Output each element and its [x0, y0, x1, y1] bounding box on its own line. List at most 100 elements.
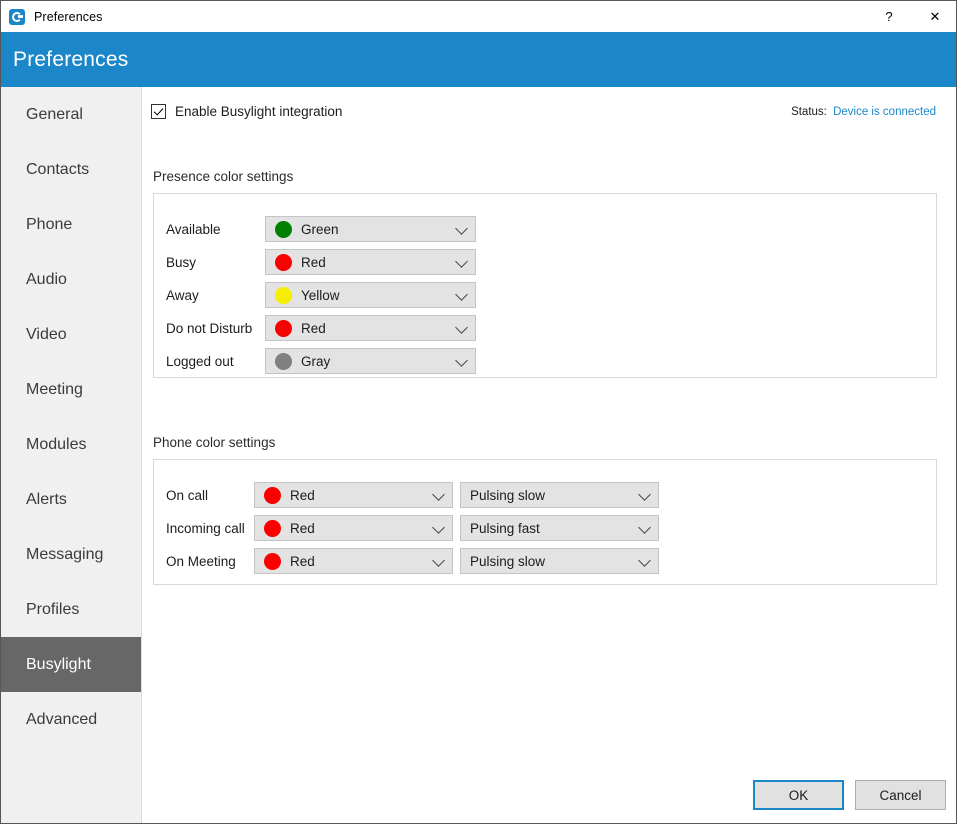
chevron-down-icon: [432, 554, 445, 567]
phone-color-dropdown[interactable]: Red: [254, 548, 453, 574]
sidebar-item-label: Advanced: [26, 710, 98, 728]
status-label: Status:: [791, 106, 827, 118]
chevron-down-icon: [432, 521, 445, 534]
presence-row: Do not Disturb Red: [154, 315, 938, 341]
phone-pattern-value: Pulsing slow: [470, 487, 546, 503]
presence-row-label: Do not Disturb: [166, 320, 253, 336]
presence-color-dropdown[interactable]: Red: [265, 315, 476, 341]
sidebar-item-advanced[interactable]: Advanced: [1, 692, 141, 747]
enable-busylight-row[interactable]: Enable Busylight integration: [151, 104, 342, 119]
settings-sidebar: General Contacts Phone Audio Video Meeting Mod…: [1, 87, 142, 823]
chevron-down-icon: [455, 288, 468, 301]
sidebar-item-video[interactable]: Video: [1, 307, 141, 362]
color-swatch-icon: [275, 319, 292, 337]
presence-color-value: Red: [301, 320, 326, 336]
color-swatch-icon: [264, 486, 281, 504]
phone-row-label: On call: [166, 487, 209, 503]
color-swatch-icon: [264, 519, 281, 537]
cancel-button[interactable]: Cancel: [855, 780, 946, 810]
phone-pattern-dropdown[interactable]: Pulsing slow: [460, 548, 659, 574]
color-swatch-icon: [275, 220, 292, 238]
sidebar-item-profiles[interactable]: Profiles: [1, 582, 141, 637]
sidebar-item-meeting[interactable]: Meeting: [1, 362, 141, 417]
sidebar-item-label: General: [26, 105, 83, 123]
phone-color-value: Red: [290, 520, 315, 536]
presence-row: Busy Red: [154, 249, 938, 275]
presence-row: Available Green: [154, 216, 938, 242]
presence-color-value: Yellow: [301, 287, 340, 303]
sidebar-item-label: Alerts: [26, 490, 67, 508]
presence-color-dropdown[interactable]: Gray: [265, 348, 476, 374]
chevron-down-icon: [455, 354, 468, 367]
presence-color-dropdown[interactable]: Red: [265, 249, 476, 275]
sidebar-item-alerts[interactable]: Alerts: [1, 472, 141, 527]
chevron-down-icon: [638, 554, 651, 567]
page-title: Preferences: [13, 47, 129, 71]
phone-row: Incoming call Red Pulsing fast: [154, 515, 938, 541]
chevron-down-icon: [638, 521, 651, 534]
window-controls: ? ✕: [866, 1, 956, 32]
sidebar-item-label: Modules: [26, 435, 87, 453]
presence-row-label: Available: [166, 221, 221, 237]
color-swatch-icon: [275, 286, 292, 304]
presence-color-value: Red: [301, 254, 326, 270]
phone-row: On call Red Pulsing slow: [154, 482, 938, 508]
phone-row-label: Incoming call: [166, 520, 245, 536]
sidebar-item-busylight[interactable]: Busylight: [1, 637, 141, 692]
sidebar-item-audio[interactable]: Audio: [1, 252, 141, 307]
presence-row-label: Busy: [166, 254, 197, 270]
presence-section-title: Presence color settings: [153, 169, 294, 184]
phone-row: On Meeting Red Pulsing slow: [154, 548, 938, 574]
sidebar-item-modules[interactable]: Modules: [1, 417, 141, 472]
presence-color-value: Gray: [301, 353, 331, 369]
chevron-down-icon: [455, 222, 468, 235]
sidebar-item-phone[interactable]: Phone: [1, 197, 141, 252]
sidebar-item-general[interactable]: General: [1, 87, 141, 142]
presence-row: Logged out Gray: [154, 348, 938, 374]
chevron-down-icon: [638, 488, 651, 501]
sidebar-item-label: Audio: [26, 270, 67, 288]
color-swatch-icon: [275, 352, 292, 370]
phone-pattern-value: Pulsing fast: [470, 520, 540, 536]
phone-color-dropdown[interactable]: Red: [254, 482, 453, 508]
preferences-window: Preferences ? ✕ Preferences General Conta…: [0, 0, 957, 824]
presence-row-label: Away: [166, 287, 199, 303]
ok-button[interactable]: OK: [753, 780, 844, 810]
status-value: Device is connected: [833, 106, 936, 118]
chevron-down-icon: [432, 488, 445, 501]
settings-content: Enable Busylight integration Status: Dev…: [142, 87, 956, 823]
phone-color-value: Red: [290, 487, 315, 503]
presence-color-dropdown[interactable]: Yellow: [265, 282, 476, 308]
sidebar-item-label: Phone: [26, 215, 73, 233]
sidebar-item-contacts[interactable]: Contacts: [1, 142, 141, 197]
enable-busylight-checkbox[interactable]: [151, 104, 166, 119]
page-header: Preferences: [1, 32, 956, 87]
dialog-buttons: OK Cancel: [753, 780, 946, 810]
title-bar: Preferences ? ✕: [1, 1, 956, 32]
sidebar-item-label: Contacts: [26, 160, 90, 178]
app-logo-icon: [9, 8, 25, 25]
chevron-down-icon: [455, 255, 468, 268]
sidebar-item-label: Profiles: [26, 600, 80, 618]
sidebar-item-label: Busylight: [26, 655, 91, 673]
phone-color-dropdown[interactable]: Red: [254, 515, 453, 541]
phone-row-label: On Meeting: [166, 553, 236, 569]
phone-section-title: Phone color settings: [153, 435, 276, 450]
phone-group-box: On call Red Pulsing slow Incoming call Red Pu…: [153, 459, 937, 585]
window-title: Preferences: [34, 9, 103, 24]
presence-row: Away Yellow: [154, 282, 938, 308]
phone-pattern-dropdown[interactable]: Pulsing fast: [460, 515, 659, 541]
close-icon[interactable]: ✕: [912, 1, 956, 32]
device-status: Status: Device is connected: [791, 106, 936, 118]
sidebar-item-label: Meeting: [26, 380, 83, 398]
phone-pattern-dropdown[interactable]: Pulsing slow: [460, 482, 659, 508]
sidebar-item-messaging[interactable]: Messaging: [1, 527, 141, 582]
presence-color-value: Green: [301, 221, 339, 237]
presence-color-dropdown[interactable]: Green: [265, 216, 476, 242]
help-icon[interactable]: ?: [866, 1, 912, 32]
phone-pattern-value: Pulsing slow: [470, 553, 546, 569]
color-swatch-icon: [264, 552, 281, 570]
color-swatch-icon: [275, 253, 292, 271]
sidebar-item-label: Video: [26, 325, 67, 343]
enable-busylight-label: Enable Busylight integration: [175, 104, 343, 119]
